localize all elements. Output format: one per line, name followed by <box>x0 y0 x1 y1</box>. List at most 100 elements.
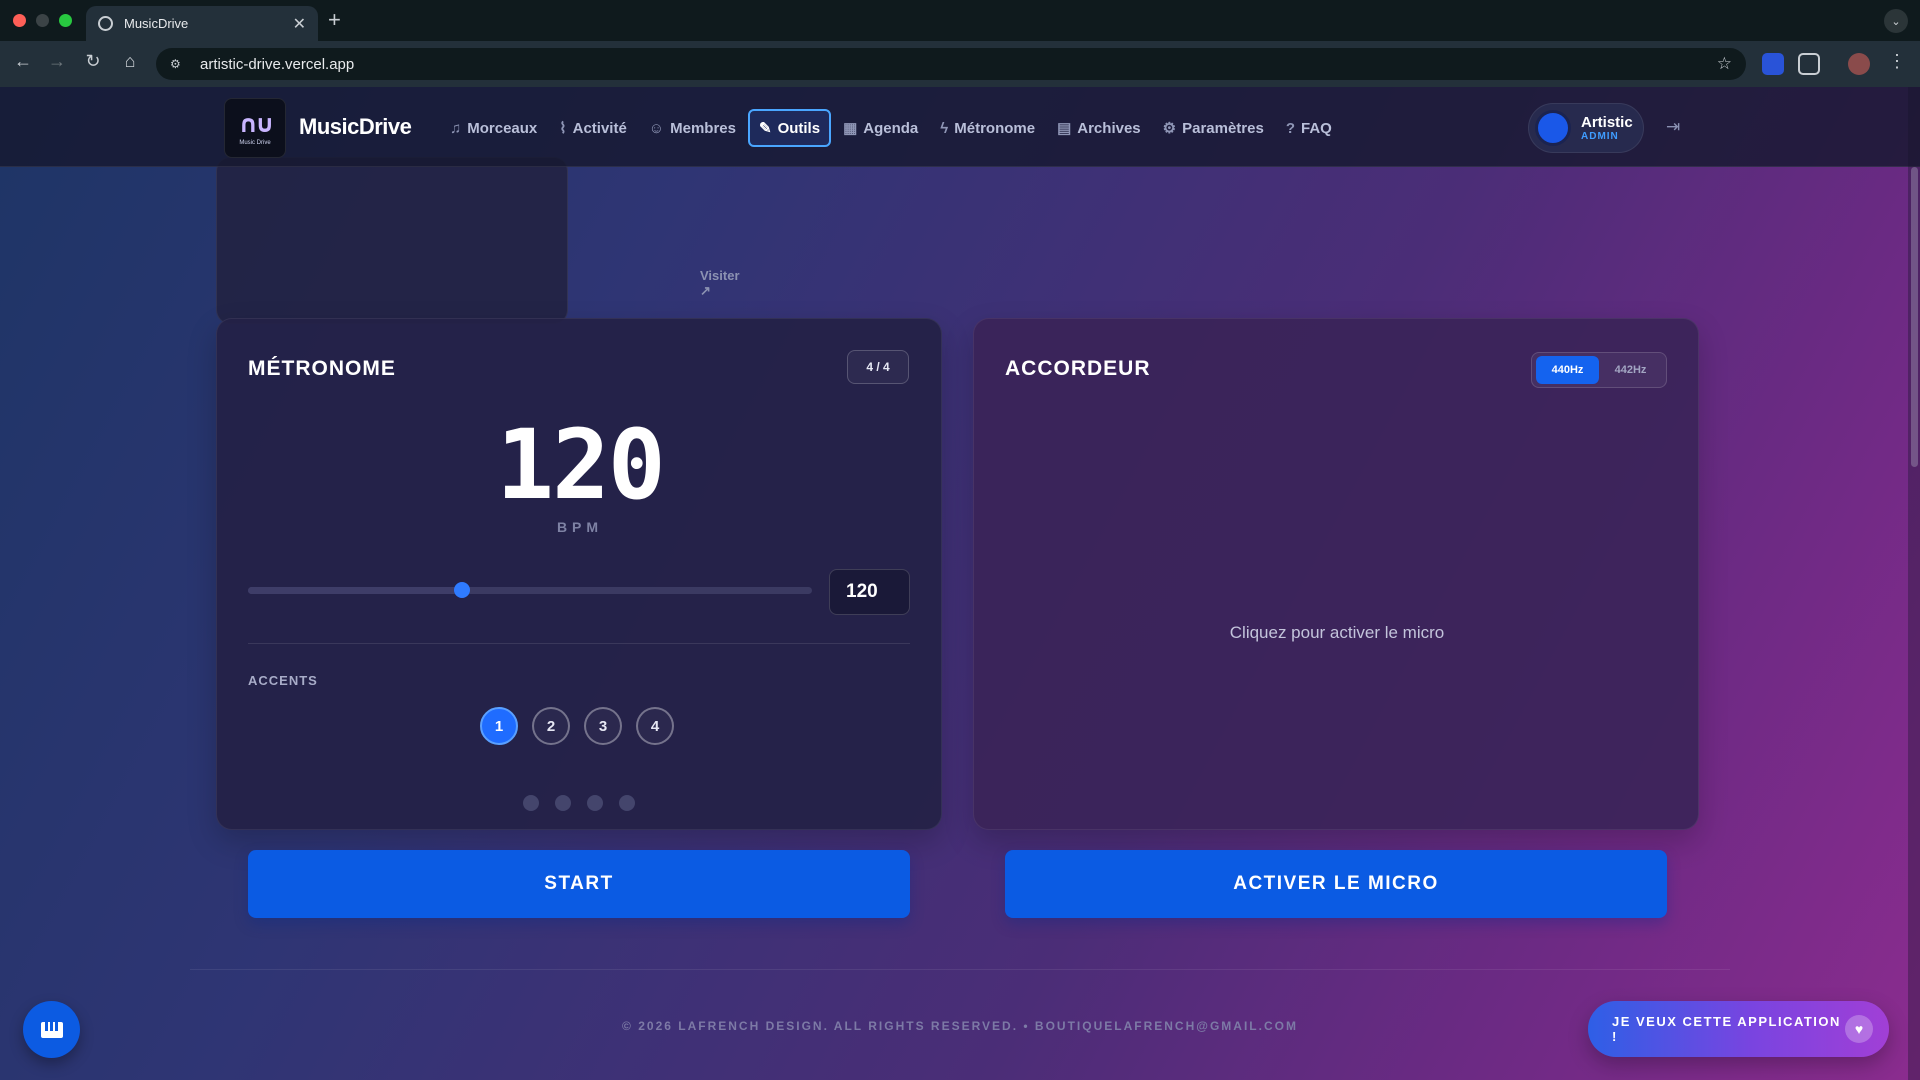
profile-avatar-icon[interactable] <box>1848 53 1870 75</box>
tab-close-icon[interactable]: ✕ <box>293 14 306 34</box>
nav-item-agenda[interactable]: ▦ Agenda <box>833 109 928 147</box>
tuner-message: Cliquez pour activer le micro <box>1229 623 1445 642</box>
accents-label: ACCENTS <box>248 673 318 688</box>
nav-item-metronome[interactable]: ϟ Métronome <box>930 109 1045 147</box>
nav-label: Activité <box>572 119 627 137</box>
activity-icon: ⌇ <box>559 120 567 137</box>
accent-button-3[interactable]: 3 <box>584 707 622 745</box>
start-button[interactable]: START <box>248 850 910 918</box>
nav-item-membres[interactable]: ☺ Membres <box>639 109 746 147</box>
tab-search-button[interactable]: ⌄ <box>1884 9 1908 33</box>
bookmark-star-icon[interactable]: ☆ <box>1717 54 1732 74</box>
zap-icon: ϟ <box>940 119 949 137</box>
hz-option-440[interactable]: 440Hz <box>1536 356 1599 384</box>
app-navbar: ∩∪ Music Drive MusicDrive ♫ Morceaux ⌇ Act… <box>0 87 1920 167</box>
bpm-unit-label: BPM <box>556 519 604 535</box>
nav-item-outils[interactable]: ✎ Outils <box>747 109 832 147</box>
address-bar[interactable]: ⚙ artistic-drive.vercel.app ☆ <box>156 48 1746 80</box>
new-tab-button[interactable]: + <box>328 7 341 33</box>
archive-icon: ▤ <box>1057 120 1072 137</box>
nav-item-parametres[interactable]: ⚙ Paramètres <box>1153 109 1274 147</box>
nav-label: Archives <box>1077 119 1141 137</box>
browser-tab[interactable]: MusicDrive ✕ <box>86 6 318 41</box>
help-circle-icon: ? <box>1285 119 1295 137</box>
brand-name[interactable]: MusicDrive <box>299 114 412 140</box>
accent-button-2[interactable]: 2 <box>532 707 570 745</box>
logo-mark: ∩∪ <box>238 110 275 138</box>
home-icon[interactable]: ⌂ <box>117 51 143 72</box>
extension-shield-icon[interactable] <box>1762 53 1784 75</box>
tab-title: MusicDrive <box>124 16 189 31</box>
user-profile-chip[interactable]: Artistic ADMIN <box>1528 103 1644 153</box>
users-icon: ☺ <box>648 119 665 137</box>
get-app-button[interactable]: JE VEUX CETTE APPLICATION ! ♥ <box>1588 1001 1889 1057</box>
tuner-card: ACCORDEUR 440Hz 442Hz Cliquez pour activ… <box>973 318 1699 918</box>
time-signature-button[interactable]: 4 / 4 <box>847 350 909 384</box>
forward-icon[interactable]: → <box>44 51 70 72</box>
reload-icon[interactable]: ↻ <box>80 51 106 72</box>
nav-label: Agenda <box>863 119 919 137</box>
browser-toolbar: ← → ↻ ⌂ ⚙ artistic-drive.vercel.app ☆ ⋮ <box>0 41 1920 87</box>
url-text[interactable]: artistic-drive.vercel.app <box>200 56 1717 73</box>
site-settings-icon[interactable]: ⚙ <box>170 57 184 71</box>
beat-dot <box>619 795 635 811</box>
close-window-button[interactable] <box>13 14 26 27</box>
reference-pitch-toggle: 440Hz 442Hz <box>1531 352 1667 388</box>
accent-button-1[interactable]: 1 <box>480 707 518 745</box>
hz-option-442[interactable]: 442Hz <box>1599 356 1662 384</box>
user-role-badge: ADMIN <box>1581 130 1619 142</box>
slider-thumb[interactable] <box>454 582 471 598</box>
activate-mic-button[interactable]: ACTIVER LE MICRO <box>1005 850 1667 918</box>
nav-label: Outils <box>777 119 821 137</box>
nav-label: Paramètres <box>1182 119 1264 137</box>
nav-item-activite[interactable]: ⌇ Activité <box>549 109 637 147</box>
nav-item-archives[interactable]: ▤ Archives <box>1047 109 1151 147</box>
metronome-title: MÉTRONOME <box>248 357 396 380</box>
slider-fill <box>248 587 463 594</box>
beat-dot <box>555 795 571 811</box>
page-scrollbar[interactable] <box>1908 87 1920 1080</box>
minimize-window-button[interactable] <box>36 14 49 27</box>
globe-icon <box>98 16 113 31</box>
piano-button[interactable] <box>23 1001 80 1058</box>
scrollbar-thumb[interactable] <box>1911 167 1918 467</box>
back-icon[interactable]: ← <box>10 51 36 72</box>
logo-subtitle: Music Drive <box>239 140 271 146</box>
tuner-title: ACCORDEUR <box>1005 357 1151 380</box>
music-note-icon: ♫ <box>450 119 462 137</box>
browser-tab-bar: MusicDrive ✕ + ⌄ <box>0 0 1920 41</box>
wrench-icon: ✎ <box>758 120 772 137</box>
visit-link[interactable]: Visiter ↗ <box>700 268 740 299</box>
gear-icon: ⚙ <box>1162 120 1177 137</box>
bpm-display: 120 <box>496 409 665 521</box>
metronome-card: MÉTRONOME 4 / 4 120 BPM ACCENTS 1 2 3 4 … <box>216 318 942 918</box>
extensions-puzzle-icon[interactable] <box>1798 53 1820 75</box>
main-menu: ♫ Morceaux ⌇ Activité ☺ Membres ✎ Outils ▦ Ag… <box>440 109 1344 147</box>
maximize-window-button[interactable] <box>59 14 72 27</box>
bpm-slider[interactable] <box>248 582 812 598</box>
cta-label: JE VEUX CETTE APPLICATION ! <box>1612 1014 1841 1044</box>
heart-icon: ♥ <box>1845 1015 1873 1043</box>
nav-item-morceaux[interactable]: ♫ Morceaux <box>440 109 547 147</box>
piano-icon <box>40 1021 63 1038</box>
beat-indicators <box>523 795 651 811</box>
browser-menu-icon[interactable]: ⋮ <box>1884 51 1910 72</box>
nav-label: Métronome <box>954 119 1036 137</box>
accent-button-4[interactable]: 4 <box>636 707 674 745</box>
nav-label: FAQ <box>1301 119 1332 137</box>
partial-card: Visiter ↗ <box>216 157 740 324</box>
avatar <box>1535 110 1571 146</box>
nav-item-faq[interactable]: ? FAQ <box>1276 109 1342 147</box>
nav-label: Morceaux <box>467 119 538 137</box>
user-name: Artistic <box>1581 113 1633 131</box>
bpm-input[interactable] <box>829 569 910 615</box>
footer-divider <box>190 969 1730 970</box>
app-logo[interactable]: ∩∪ Music Drive <box>224 98 286 158</box>
divider <box>248 643 910 644</box>
calendar-icon: ▦ <box>843 120 858 137</box>
beat-dot <box>523 795 539 811</box>
accent-selector: 1 2 3 4 <box>480 707 688 745</box>
app-viewport: Visiter ↗ ∩∪ Music Drive MusicDrive ♫ Mor… <box>0 87 1920 1080</box>
beat-dot <box>587 795 603 811</box>
logout-icon[interactable]: ⇥ <box>1666 117 1680 137</box>
